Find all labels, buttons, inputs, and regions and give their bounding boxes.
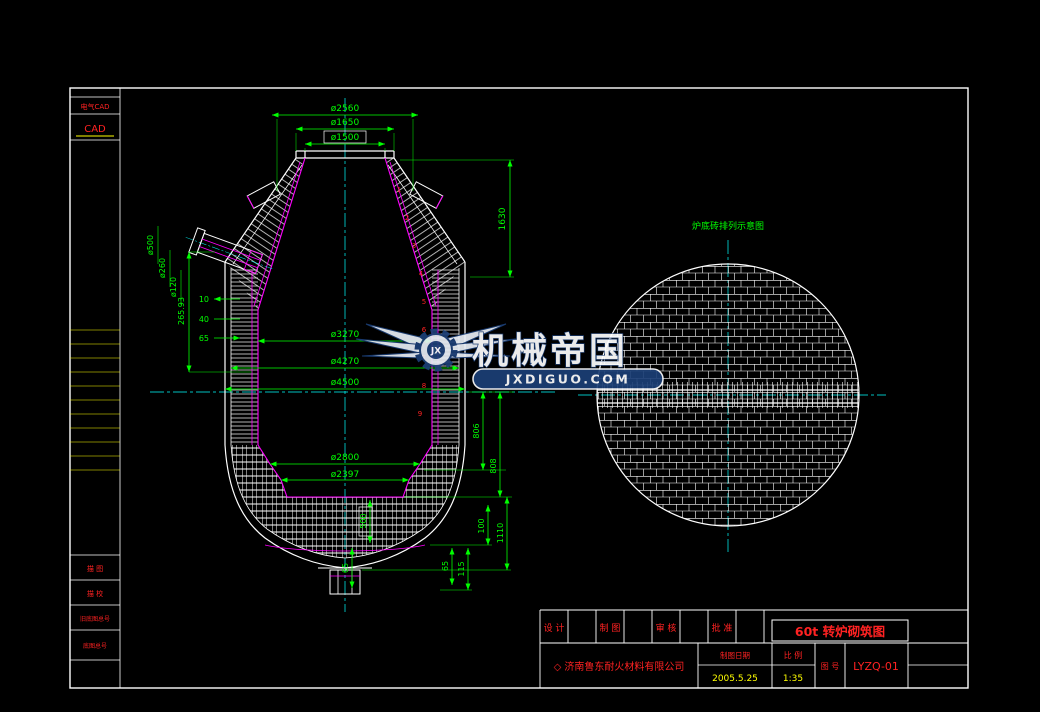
svg-text:4: 4 — [419, 270, 424, 278]
title-block-text: 设 计 制 图 审 核 批 准 60t 转炉砌筑图 ◇济南鲁东耐火材料有限公司 … — [544, 622, 899, 684]
sidebar-box-label: 电气CAD — [80, 102, 109, 111]
dim-label: 65 — [199, 334, 209, 343]
sign-label: 审 核 — [656, 622, 677, 634]
watermark-brand: 机械帝国 — [472, 331, 628, 372]
sidebar-box-label: 底图总号 — [83, 642, 107, 650]
scale-value: 1:35 — [783, 674, 803, 684]
date-value: 2005.5.25 — [712, 674, 758, 684]
svg-text:1: 1 — [397, 186, 401, 194]
dim-label: 115 — [457, 561, 466, 576]
drawing-title: 60t 转炉砌筑图 — [795, 624, 885, 639]
sidebar-box-label: 描 校 — [87, 589, 103, 598]
sign-label: 设 计 — [544, 622, 565, 634]
cad-canvas: 电气CAD CAD 描 图 描 校 旧底图总号 底图总号 — [0, 0, 1040, 712]
date-label: 制图日期 — [720, 650, 750, 660]
dim-label: ø2397 — [331, 470, 359, 480]
sidebar-box-label: CAD — [84, 124, 106, 135]
dim-label: ø2560 — [331, 104, 360, 114]
dim-label: ø4270 — [331, 357, 360, 367]
sidebar-box-label: 旧底图总号 — [80, 615, 110, 623]
scale-label: 比 例 — [784, 650, 803, 660]
dim-label: ø500 — [146, 235, 155, 255]
dim-label: ø1500 — [331, 133, 360, 143]
sidebar-revision-ladder — [70, 136, 120, 470]
sidebar-labels: 电气CAD CAD 描 图 描 校 旧底图总号 底图总号 — [80, 102, 110, 650]
dim-label: 806 — [472, 423, 481, 438]
svg-text:5: 5 — [422, 298, 426, 306]
svg-text:3: 3 — [412, 242, 416, 250]
sign-label: 批 准 — [712, 622, 733, 634]
svg-text:9: 9 — [418, 410, 422, 418]
dim-label: 500 — [359, 513, 368, 528]
cad-drawing: 电气CAD CAD 描 图 描 校 旧底图总号 底图总号 — [0, 0, 1040, 712]
gear-monogram: JX — [430, 347, 441, 357]
dim-label: 100 — [477, 518, 486, 533]
watermark-site: JXDIGUO.COM — [505, 372, 631, 387]
watermark: JX 机械帝国 JXDIGUO.COM — [356, 324, 663, 389]
converter-section-view: 1 2 3 4 5 6 7 8 9 — [181, 151, 465, 594]
dim-label: 10 — [199, 295, 209, 304]
company-logo-mark: ◇ — [554, 662, 562, 673]
dim-label: 1110 — [496, 523, 505, 543]
dim-label: 65 — [341, 563, 350, 573]
dim-label: ø260 — [158, 258, 167, 278]
drawing-no-label: 图 号 — [821, 662, 840, 671]
dim-label: 1630 — [498, 207, 508, 230]
drawing-no-value: LYZQ-01 — [853, 660, 899, 673]
dim-label: ø1650 — [331, 118, 360, 128]
dim-label: 808 — [489, 458, 498, 473]
dim-label: ø3270 — [331, 330, 360, 340]
dim-label: 40 — [199, 315, 209, 324]
dim-label: ø4500 — [331, 378, 360, 388]
svg-text:2: 2 — [405, 214, 409, 222]
dim-label: 265.93 — [177, 297, 186, 325]
sidebar-box-label: 描 图 — [87, 564, 103, 573]
dim-label: ø120 — [169, 277, 178, 297]
company-name: ◇济南鲁东耐火材料有限公司 — [554, 660, 685, 673]
dim-label: 65 — [441, 561, 450, 571]
dim-label: ø2800 — [331, 453, 360, 463]
detail-title: 炉底砖排列示意图 — [692, 220, 764, 232]
sign-label: 制 图 — [600, 622, 621, 634]
